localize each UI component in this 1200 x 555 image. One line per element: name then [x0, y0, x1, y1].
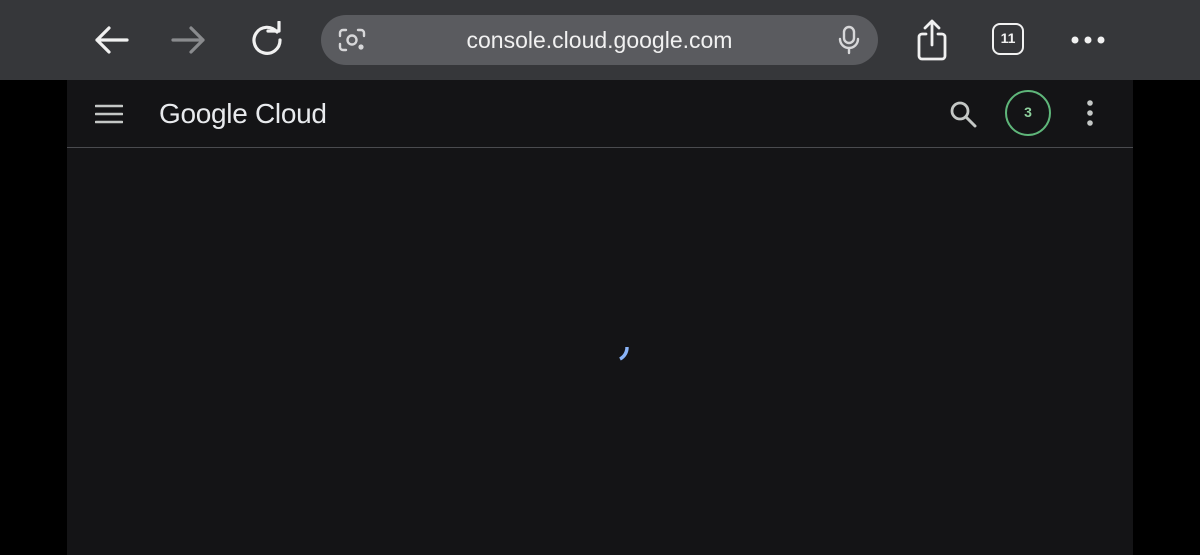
- vertical-dots-icon: [1087, 100, 1093, 126]
- lens-button[interactable]: [335, 25, 369, 55]
- share-icon: [917, 19, 947, 61]
- logo-google: Google: [159, 98, 248, 129]
- search-button[interactable]: [948, 99, 978, 129]
- share-button[interactable]: [912, 16, 952, 64]
- back-arrow-icon: [95, 26, 129, 54]
- back-button[interactable]: [88, 18, 134, 62]
- reload-button[interactable]: [244, 16, 290, 62]
- url-text[interactable]: console.cloud.google.com: [381, 15, 818, 65]
- forward-button[interactable]: [166, 18, 212, 62]
- loading-spinner: [604, 343, 636, 375]
- microphone-icon: [838, 25, 860, 55]
- search-icon: [950, 101, 977, 128]
- browser-toolbar: console.cloud.google.com 11: [0, 0, 1200, 80]
- notification-count-badge[interactable]: 3: [1005, 90, 1051, 136]
- lens-camera-icon: [338, 28, 366, 52]
- address-bar[interactable]: console.cloud.google.com: [321, 15, 878, 65]
- loading-spinner-icon: [619, 346, 629, 361]
- overflow-menu-button[interactable]: [1079, 98, 1101, 128]
- reload-icon: [252, 21, 282, 55]
- google-cloud-logo[interactable]: Google Cloud: [159, 96, 327, 132]
- web-page: Google Cloud 3: [67, 80, 1133, 555]
- main-menu-button[interactable]: [94, 102, 124, 126]
- forward-arrow-icon: [171, 26, 205, 54]
- logo-cloud: Cloud: [254, 98, 327, 129]
- hamburger-menu-icon: [94, 104, 124, 124]
- console-header: Google Cloud 3: [67, 80, 1133, 148]
- more-options-button[interactable]: [1066, 26, 1110, 54]
- tab-switcher-button[interactable]: 11: [992, 23, 1024, 55]
- voice-search-button[interactable]: [834, 24, 864, 56]
- more-dots-icon: [1071, 36, 1105, 44]
